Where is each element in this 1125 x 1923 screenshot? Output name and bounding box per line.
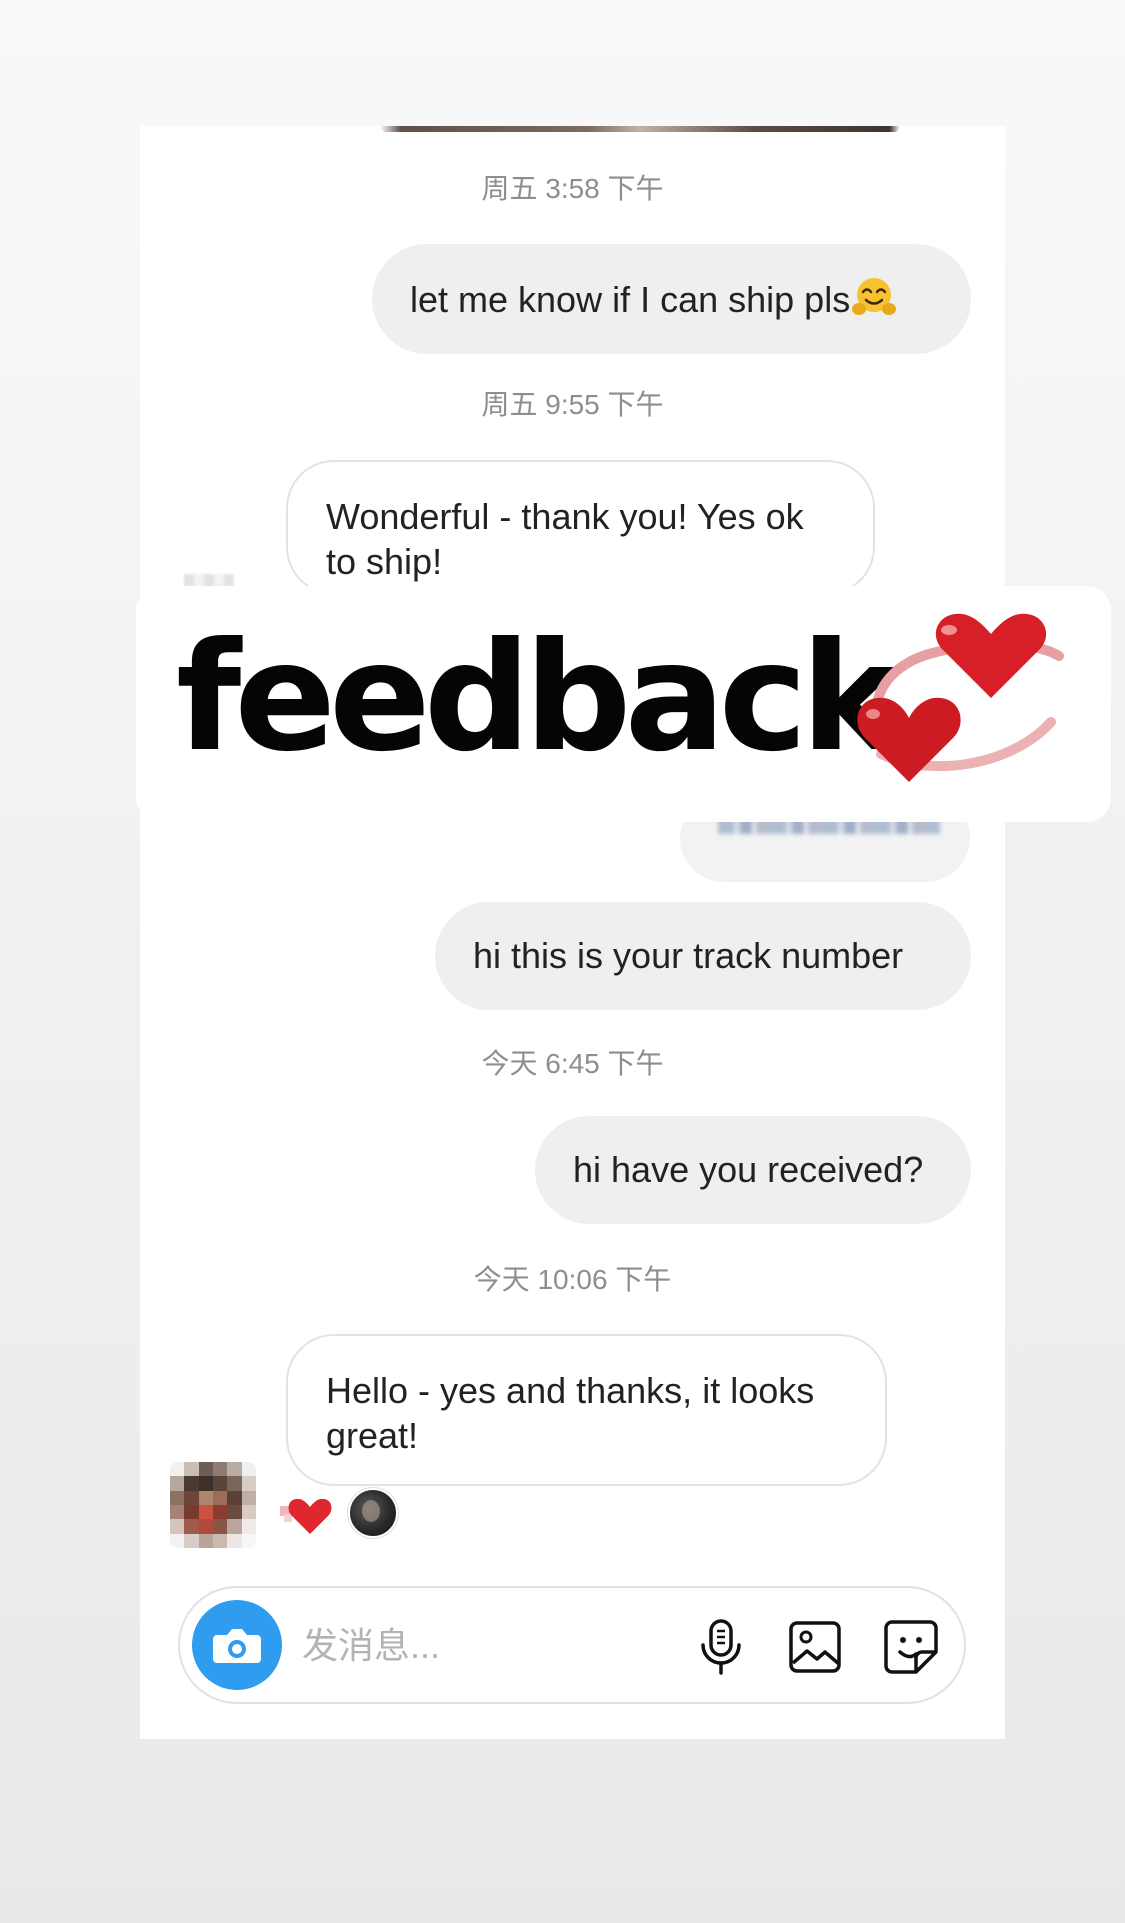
received-message[interactable]: Wonderful - thank you! Yes ok to ship! — [286, 460, 875, 595]
feedback-title: feedback — [176, 611, 900, 785]
chat-screen: 周五 3:58 下午 let me know if I can ship pls… — [140, 126, 1005, 1739]
gallery-button[interactable] — [784, 1616, 846, 1678]
timestamp: 今天 6:45 下午 — [481, 1048, 664, 1079]
message-reactions[interactable] — [170, 1462, 430, 1562]
timestamp: 周五 3:58 下午 — [481, 173, 664, 204]
heart-reaction-icon[interactable] — [280, 1492, 332, 1536]
microphone-icon — [701, 1619, 741, 1675]
gallery-icon — [789, 1621, 841, 1673]
microphone-button[interactable] — [690, 1616, 752, 1678]
timestamp: 周五 9:55 下午 — [481, 389, 664, 420]
message-input[interactable] — [300, 1616, 634, 1676]
hugging-face-emoji-icon — [852, 275, 897, 329]
shared-photo-edge[interactable] — [380, 126, 900, 132]
message-text: Wonderful - thank you! Yes ok to ship! — [326, 496, 804, 582]
message-text: hi this is your track number — [473, 935, 904, 976]
camera-button[interactable] — [192, 1600, 282, 1690]
sender-avatar[interactable] — [170, 1462, 256, 1548]
sent-message[interactable]: let me know if I can ship pls — [372, 244, 971, 354]
message-text: let me know if I can ship pls — [410, 279, 851, 320]
camera-icon — [213, 1629, 261, 1663]
sticker-button[interactable] — [880, 1616, 942, 1678]
double-hearts-sticker-icon — [851, 606, 1071, 806]
sticker-icon — [884, 1620, 938, 1674]
sent-message[interactable]: hi have you received? — [535, 1116, 971, 1224]
message-text: hi have you received? — [573, 1149, 924, 1190]
message-composer — [178, 1586, 966, 1704]
reactor-avatar[interactable] — [348, 1488, 398, 1538]
message-text: Hello - yes and thanks, it looks great! — [326, 1370, 815, 1456]
feedback-sticker-overlay: feedback — [136, 586, 1111, 822]
sent-message[interactable]: hi this is your track number — [435, 902, 971, 1010]
timestamp: 今天 10:06 下午 — [473, 1264, 672, 1295]
